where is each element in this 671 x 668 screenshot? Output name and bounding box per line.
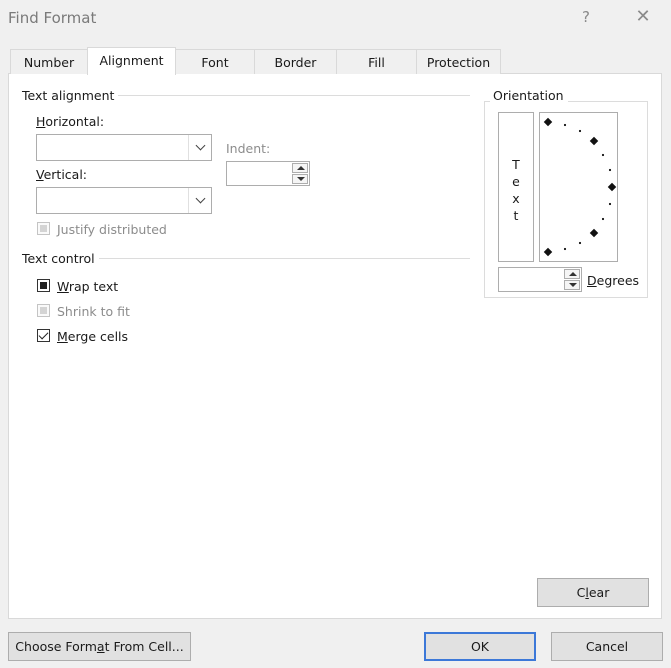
shrink-to-fit-checkbox[interactable] [37, 304, 50, 317]
vertical-label: Vertical: [36, 167, 87, 182]
degrees-stepper[interactable] [498, 267, 582, 292]
vertical-text-letter: x [512, 191, 520, 206]
wrap-text-label-rest: rap text [68, 279, 119, 294]
vertical-text-letter: T [512, 157, 520, 172]
merge-cells-checkbox[interactable] [37, 329, 50, 342]
vertical-text-button[interactable]: T e x t [498, 112, 534, 262]
degrees-label-rest: egrees [596, 273, 640, 288]
tab-font[interactable]: Font [175, 49, 255, 74]
horizontal-select[interactable] [36, 134, 212, 161]
orientation-dial-graphic [543, 117, 617, 257]
clear-button-post: ear [588, 585, 610, 600]
degrees-increment-button[interactable] [564, 269, 580, 279]
window-title: Find Format [8, 9, 97, 27]
close-icon[interactable]: ✕ [633, 6, 653, 27]
orientation-heading: Orientation [490, 88, 568, 103]
choose-format-accel: a [96, 639, 105, 654]
tab-alignment[interactable]: Alignment [87, 47, 176, 75]
tab-border[interactable]: Border [254, 49, 337, 74]
arrow-down-icon [569, 283, 577, 287]
help-icon[interactable]: ? [578, 8, 594, 26]
chevron-down-icon [195, 140, 205, 151]
cancel-button[interactable]: Cancel [551, 632, 663, 661]
horizontal-label-accel: H [36, 114, 46, 129]
indent-label: Indent: [226, 141, 271, 156]
orientation-dial[interactable] [539, 112, 618, 262]
shrink-to-fit-label: Shrink to fit [57, 304, 130, 319]
wrap-text-checkbox[interactable] [37, 279, 50, 292]
vertical-select[interactable] [36, 187, 212, 214]
wrap-text-label-accel: W [57, 279, 69, 294]
arrow-up-icon [297, 166, 305, 170]
indent-stepper[interactable] [226, 161, 310, 186]
arrow-down-icon [297, 177, 305, 181]
choose-format-post: t From Cell... [104, 639, 184, 654]
degrees-decrement-button[interactable] [564, 280, 580, 290]
vertical-text-letter: e [512, 174, 520, 189]
horizontal-dropdown-button[interactable] [188, 135, 211, 160]
tab-number[interactable]: Number [10, 49, 88, 74]
justify-distributed-label: Justify distributed [57, 222, 167, 237]
choose-format-from-cell-button[interactable]: Choose Format From Cell... [8, 632, 191, 661]
merge-cells-label: Merge cells [57, 329, 128, 344]
text-control-heading: Text control [22, 251, 99, 266]
text-alignment-heading: Text alignment [22, 88, 119, 103]
vertical-label-accel: V [36, 167, 44, 182]
merge-cells-label-rest: erge cells [67, 329, 129, 344]
wrap-text-label: Wrap text [57, 279, 118, 294]
tab-fill[interactable]: Fill [336, 49, 417, 74]
arrow-up-icon [569, 272, 577, 276]
clear-button[interactable]: Clear [537, 578, 649, 607]
degrees-label-accel: D [587, 273, 597, 288]
vertical-text-letter: t [513, 208, 519, 223]
indent-decrement-button[interactable] [292, 174, 308, 184]
vertical-dropdown-button[interactable] [188, 188, 211, 213]
merge-cells-label-accel: M [57, 329, 68, 344]
choose-format-pre: Choose Form [15, 639, 97, 654]
ok-button[interactable]: OK [424, 632, 536, 661]
justify-distributed-checkbox[interactable] [37, 222, 50, 235]
vertical-label-rest: ertical: [43, 167, 88, 182]
indent-increment-button[interactable] [292, 163, 308, 173]
chevron-down-icon [195, 193, 205, 204]
tab-protection[interactable]: Protection [416, 49, 501, 74]
horizontal-label: Horizontal: [36, 114, 104, 129]
degrees-label: Degrees [587, 273, 639, 288]
horizontal-label-rest: orizontal: [45, 114, 105, 129]
